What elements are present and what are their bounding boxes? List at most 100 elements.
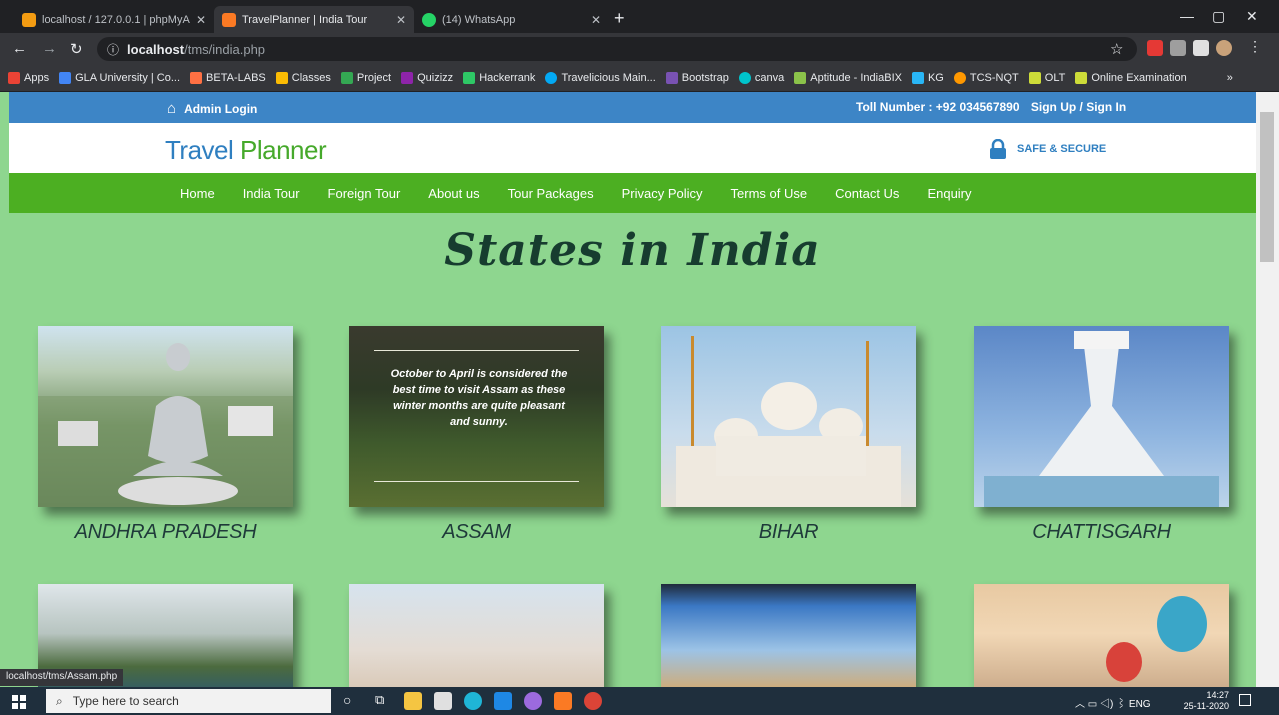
- bookmark-aptitude[interactable]: Aptitude - IndiaBIX: [794, 72, 902, 84]
- site-logo[interactable]: Travel Planner: [165, 135, 327, 166]
- minimize-button[interactable]: —: [1180, 8, 1194, 24]
- forward-icon[interactable]: →: [42, 40, 57, 57]
- menu-contact-us[interactable]: Contact Us: [835, 186, 899, 201]
- bookmark-tcsnqt[interactable]: TCS-NQT: [953, 72, 1019, 84]
- exam-icon: [1075, 72, 1088, 84]
- web-page: ⌂ Admin Login Toll Number : +92 03456789…: [9, 92, 1256, 687]
- page-title: States in India: [444, 225, 821, 276]
- bookmark-apps[interactable]: Apps: [8, 72, 49, 84]
- chrome-icon[interactable]: [584, 692, 602, 710]
- chattisgarh-image[interactable]: [974, 326, 1229, 507]
- app-icon[interactable]: [524, 692, 542, 710]
- tab-phpmyadmin[interactable]: localhost / 127.0.0.1 | phpMyAdm ✕: [14, 6, 214, 33]
- state-name[interactable]: ANDHRA PRADESH: [38, 521, 293, 544]
- menu-icon[interactable]: ⋮: [1248, 38, 1264, 54]
- bookmark-hackerrank[interactable]: Hackerrank: [463, 72, 535, 84]
- haryana-image[interactable]: [661, 584, 916, 687]
- state-card-assam[interactable]: October to April is considered the best …: [349, 326, 604, 544]
- himachal-image[interactable]: [974, 584, 1229, 687]
- store-icon[interactable]: [434, 692, 452, 710]
- bookmark-quizizz[interactable]: Quizizz: [401, 72, 453, 84]
- menu-india-tour[interactable]: India Tour: [243, 186, 300, 201]
- bookmark-online-exam[interactable]: Online Examination: [1075, 72, 1187, 84]
- bootstrap-icon: [665, 72, 678, 84]
- menu-enquiry[interactable]: Enquiry: [927, 186, 971, 201]
- edge-icon[interactable]: [464, 692, 482, 710]
- tcs-icon: [953, 72, 966, 84]
- tab-whatsapp[interactable]: (14) WhatsApp ✕: [414, 6, 609, 33]
- state-card-chattisgarh[interactable]: CHATTISGARH: [974, 326, 1229, 544]
- bookmark-classes[interactable]: Classes: [275, 72, 331, 84]
- scrollbar[interactable]: [1256, 92, 1279, 687]
- state-name[interactable]: ASSAM: [349, 521, 604, 544]
- xampp-icon: [222, 12, 236, 27]
- file-explorer-icon[interactable]: [404, 692, 422, 710]
- notification-icon[interactable]: [1239, 694, 1251, 706]
- extension-icon[interactable]: [1147, 40, 1163, 56]
- bookmark-betalabs[interactable]: BETA-LABS: [190, 72, 266, 84]
- bihar-image[interactable]: [661, 326, 916, 507]
- gujarat-image[interactable]: [349, 584, 604, 687]
- lock-icon: [990, 139, 1006, 159]
- search-icon: ⌕: [56, 693, 63, 708]
- state-card-bihar[interactable]: BIHAR: [661, 326, 916, 544]
- quizizz-icon: [401, 72, 414, 84]
- system-tray-icons[interactable]: ︿ ▭ ◁) ⌇ ENG: [1075, 695, 1151, 710]
- avatar[interactable]: [1216, 40, 1232, 56]
- menu-foreign-tour[interactable]: Foreign Tour: [328, 186, 401, 201]
- bookmark-gla[interactable]: GLA University | Co...: [59, 72, 180, 84]
- indiabix-icon: [794, 72, 807, 84]
- menu-tour-packages[interactable]: Tour Packages: [508, 186, 594, 201]
- close-icon[interactable]: ✕: [591, 13, 601, 27]
- signup-link[interactable]: Sign Up / Sign In: [1031, 100, 1126, 114]
- clock[interactable]: 14:27 25-11-2020: [1184, 690, 1229, 712]
- windows-taskbar: ⌕ Type here to search ○ ⧉ ︿ ▭ ◁) ⌇ ENG 1…: [0, 687, 1279, 715]
- state-card-haryana[interactable]: [661, 584, 916, 687]
- more-bookmarks-button[interactable]: »: [1227, 72, 1233, 84]
- bookmark-olt[interactable]: OLT: [1028, 72, 1065, 84]
- cortana-icon[interactable]: ○: [343, 692, 361, 710]
- scrollbar-thumb[interactable]: [1260, 112, 1274, 262]
- state-name[interactable]: CHATTISGARH: [974, 521, 1229, 544]
- state-card-andhra-pradesh[interactable]: ANDHRA PRADESH: [38, 326, 293, 544]
- state-name[interactable]: BIHAR: [661, 521, 916, 544]
- bookmark-star-icon[interactable]: ☆: [1110, 40, 1123, 58]
- site-header: Travel Planner SAFE & SECURE: [9, 123, 1256, 173]
- bookmark-canva[interactable]: canva: [738, 72, 784, 84]
- close-window-button[interactable]: ✕: [1246, 8, 1258, 25]
- admin-login-link[interactable]: ⌂ Admin Login: [167, 100, 257, 117]
- safe-secure-badge: SAFE & SECURE: [989, 139, 1106, 159]
- state-card-himachal[interactable]: [974, 584, 1229, 687]
- maximize-button[interactable]: ▢: [1212, 8, 1225, 25]
- whatsapp-icon: [422, 12, 436, 27]
- menu-terms-of-use[interactable]: Terms of Use: [731, 186, 808, 201]
- puzzle-icon[interactable]: [1193, 40, 1209, 56]
- new-tab-button[interactable]: +: [614, 9, 625, 27]
- extension-icon[interactable]: [1170, 40, 1186, 56]
- state-card-gujarat[interactable]: [349, 584, 604, 687]
- top-strip: ⌂ Admin Login Toll Number : +92 03456789…: [9, 92, 1256, 123]
- andhra-pradesh-image[interactable]: [38, 326, 293, 507]
- bookmark-project[interactable]: Project: [340, 72, 391, 84]
- taskbar-search-input[interactable]: ⌕ Type here to search: [46, 689, 331, 713]
- xampp-icon[interactable]: [554, 692, 572, 710]
- bookmark-kg[interactable]: KG: [911, 72, 944, 84]
- phpmyadmin-icon: [22, 12, 36, 27]
- menu-home[interactable]: Home: [180, 186, 215, 201]
- bookmark-travelicious[interactable]: Travelicious Main...: [545, 72, 656, 84]
- menu-about-us[interactable]: About us: [428, 186, 479, 201]
- url-input[interactable]: ⓘ localhost/tms/india.php: [97, 37, 1137, 61]
- bookmark-bootstrap[interactable]: Bootstrap: [665, 72, 729, 84]
- mail-icon[interactable]: [494, 692, 512, 710]
- task-view-icon[interactable]: ⧉: [375, 692, 393, 710]
- back-icon[interactable]: ←: [12, 40, 27, 57]
- close-icon[interactable]: ✕: [196, 13, 206, 27]
- assam-quote: October to April is considered the best …: [390, 368, 568, 428]
- info-icon[interactable]: ⓘ: [107, 41, 119, 58]
- tab-travelplanner[interactable]: TravelPlanner | India Tour ✕: [214, 6, 414, 33]
- reload-icon[interactable]: ↻: [70, 40, 83, 58]
- menu-privacy-policy[interactable]: Privacy Policy: [622, 186, 703, 201]
- close-icon[interactable]: ✕: [396, 13, 406, 27]
- windows-start-icon[interactable]: [12, 695, 26, 709]
- assam-image[interactable]: October to April is considered the best …: [349, 326, 604, 507]
